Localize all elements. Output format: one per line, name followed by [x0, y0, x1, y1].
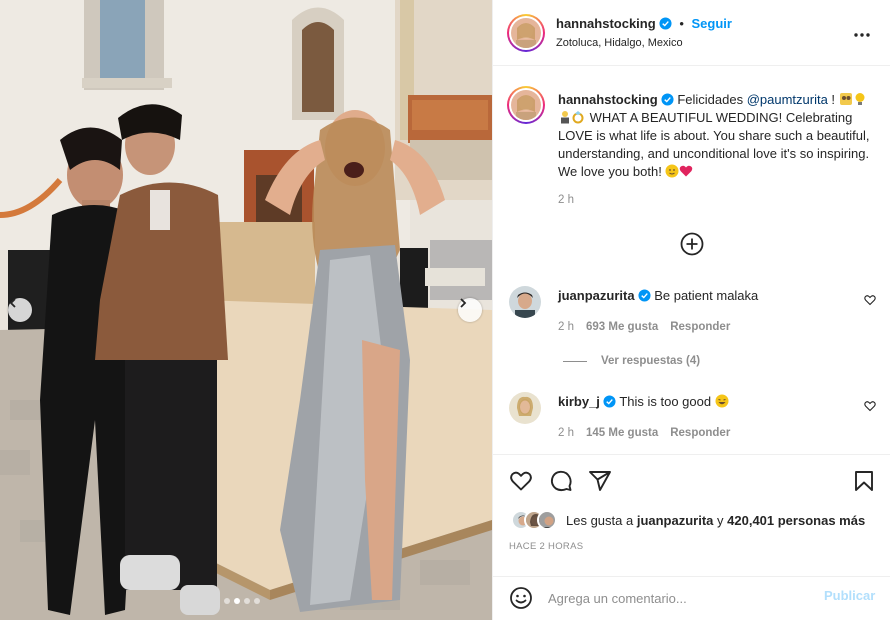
caption-text-2: ! — [827, 92, 839, 107]
liked-middle: y — [713, 512, 728, 528]
verified-icon — [638, 289, 651, 302]
comments-section: hannahstocking Felicidades @paumtzurita … — [493, 66, 890, 454]
caption-avatar[interactable] — [507, 86, 545, 124]
avatar-image — [509, 286, 541, 318]
avatar-image — [511, 18, 541, 48]
carousel-dot — [254, 598, 260, 604]
comment-username[interactable]: kirby_j — [558, 394, 600, 409]
comment-time[interactable]: 2 h — [558, 427, 574, 439]
verified-icon — [659, 17, 672, 30]
post-header: hannahstocking • Seguir Zotoluca, Hidalg… — [493, 0, 890, 66]
comment-time[interactable]: 2 h — [558, 321, 574, 333]
liked-user[interactable]: juanpazurita — [637, 513, 714, 528]
post-actions: Les gusta a juanpazurita y 420,401 perso… — [493, 454, 890, 576]
liker-avatar — [537, 510, 557, 530]
light-bulb-emoji-icon — [855, 93, 865, 105]
caption-text-3: WHAT A BEAUTIFUL WEDDING! Celebrating LO… — [558, 110, 870, 179]
comment-composer: Publicar — [493, 576, 890, 620]
caption-text-1: Felicidades — [677, 92, 747, 107]
post-side-panel: hannahstocking • Seguir Zotoluca, Hidalg… — [492, 0, 890, 620]
heart-icon[interactable] — [864, 294, 876, 306]
carousel-dot — [244, 598, 250, 604]
carousel-indicator — [224, 598, 260, 604]
post-timestamp[interactable]: HACE 2 HORAS — [509, 541, 583, 552]
laughing-emoji-icon — [715, 394, 729, 408]
publish-button[interactable]: Publicar — [824, 588, 875, 603]
verified-icon — [603, 395, 616, 408]
replies-divider — [563, 360, 587, 362]
header-user-line: hannahstocking • Seguir — [556, 16, 732, 31]
comment-text-line: juanpazurita Be patient malaka — [558, 288, 758, 303]
add-circle-icon — [680, 232, 704, 256]
ring-emoji-icon — [572, 111, 584, 124]
carousel-next-button[interactable] — [458, 298, 482, 322]
share-icon[interactable] — [588, 469, 612, 493]
caption-username[interactable]: hannahstocking — [558, 92, 658, 107]
comment-input[interactable] — [548, 587, 808, 609]
liked-by[interactable]: Les gusta a juanpazurita y 420,401 perso… — [511, 510, 865, 530]
reply-button[interactable]: Responder — [670, 427, 730, 439]
author-avatar[interactable] — [507, 14, 545, 52]
comment-username[interactable]: juanpazurita — [558, 288, 635, 303]
comment-likes[interactable]: 693 Me gusta — [586, 321, 658, 333]
post-photo[interactable] — [0, 0, 492, 620]
comment-text: This is too good — [619, 394, 715, 409]
emoji-icon[interactable] — [509, 586, 533, 610]
author-username[interactable]: hannahstocking — [556, 16, 656, 31]
carousel-dot — [234, 598, 240, 604]
chevron-left-icon — [9, 298, 16, 308]
avatar-image — [509, 392, 541, 424]
comment-avatar[interactable] — [509, 286, 541, 318]
post-location[interactable]: Zotoluca, Hidalgo, Mexico — [556, 37, 683, 49]
more-icon — [854, 33, 870, 37]
load-more-comments-button[interactable] — [680, 232, 704, 261]
caption-mention[interactable]: @paumtzurita — [747, 92, 828, 107]
reply-button[interactable]: Responder — [670, 321, 730, 333]
caption-time[interactable]: 2 h — [558, 194, 574, 206]
carousel-prev-button[interactable] — [8, 298, 32, 322]
liked-by-text: Les gusta a juanpazurita y 420,401 perso… — [566, 513, 865, 528]
view-replies-label: Ver respuestas (4) — [601, 355, 701, 367]
heart-icon[interactable] — [509, 469, 533, 493]
verified-icon — [661, 93, 674, 106]
comment-text-line: kirby_j This is too good — [558, 394, 729, 409]
header-separator: • — [679, 16, 684, 31]
comment-text: Be patient malaka — [654, 288, 759, 303]
comment-meta: 2 h 693 Me gusta Responder — [558, 321, 730, 333]
heart-icon[interactable] — [864, 400, 876, 412]
comment-likes[interactable]: 145 Me gusta — [586, 427, 658, 439]
photo-illustration — [0, 0, 492, 620]
smiling-face-emoji-icon — [665, 164, 679, 178]
follow-button[interactable]: Seguir — [692, 16, 732, 31]
person-emoji-icon — [561, 111, 569, 124]
chevron-right-icon — [460, 298, 467, 308]
view-replies-button[interactable]: Ver respuestas (4) — [563, 355, 700, 367]
comment-meta: 2 h 145 Me gusta Responder — [558, 427, 730, 439]
avatar-image — [511, 90, 541, 120]
comment-avatar[interactable] — [509, 392, 541, 424]
liked-others[interactable]: 420,401 personas más — [727, 513, 865, 528]
liked-prefix: Les gusta a — [566, 512, 637, 528]
carousel-dot — [224, 598, 230, 604]
comment-icon[interactable] — [549, 469, 573, 493]
bookmark-icon[interactable] — [852, 469, 876, 493]
post-caption: hannahstocking Felicidades @paumtzurita … — [558, 91, 878, 181]
more-options-button[interactable] — [853, 22, 871, 43]
couple-emoji-icon — [839, 93, 852, 105]
heart-emoji-icon — [680, 165, 693, 177]
